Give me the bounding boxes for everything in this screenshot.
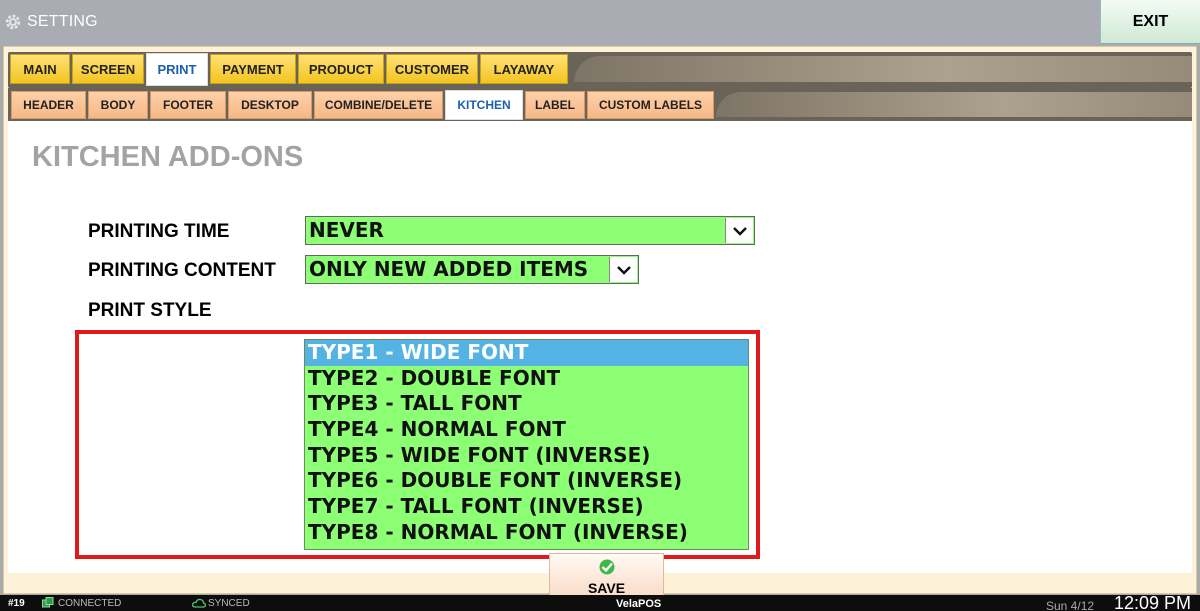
subtab-footer[interactable]: FOOTER: [150, 91, 226, 119]
tab-print[interactable]: PRINT: [146, 53, 208, 86]
tab-payment[interactable]: PAYMENT: [210, 54, 296, 84]
print-style-option[interactable]: TYPE2 - DOUBLE FONT: [305, 366, 748, 392]
printing-content-value: ONLY NEW ADDED ITEMS: [309, 257, 589, 281]
connection-status: CONNECTED: [58, 598, 122, 609]
save-button[interactable]: SAVE: [549, 553, 664, 601]
print-style-option[interactable]: TYPE6 - DOUBLE FONT (INVERSE): [305, 468, 748, 494]
title-bar: SETTING EXIT: [0, 0, 1200, 46]
sub-tab-bar: HEADER BODY FOOTER DESKTOP COMBINE/DELET…: [8, 88, 1192, 121]
subtab-label[interactable]: LABEL: [525, 91, 585, 119]
tab-product[interactable]: PRODUCT: [298, 54, 384, 84]
printing-content-label: PRINTING CONTENT: [88, 260, 276, 281]
brand-name: VelaPOS: [616, 598, 662, 610]
window-title: SETTING: [27, 13, 98, 30]
station-number: #19: [8, 598, 25, 609]
chevron-down-icon[interactable]: [725, 218, 753, 243]
print-style-option[interactable]: TYPE3 - TALL FONT: [305, 391, 748, 417]
printing-content-dropdown[interactable]: ONLY NEW ADDED ITEMS: [305, 255, 639, 284]
status-date: Sun 4/12: [1046, 599, 1095, 611]
sync-status: SYNCED: [208, 598, 250, 609]
section-title: KITCHEN ADD-ONS: [32, 141, 304, 173]
print-style-option[interactable]: TYPE8 - NORMAL FONT (INVERSE): [305, 520, 748, 546]
print-style-option[interactable]: TYPE1 - WIDE FONT: [305, 340, 748, 366]
connection-icon: [42, 597, 54, 608]
printing-time-value: NEVER: [309, 218, 384, 242]
kitchen-settings-content: KITCHEN ADD-ONS PRINTING TIME NEVER PRIN…: [8, 121, 1192, 601]
tab-screen[interactable]: SCREEN: [72, 54, 144, 84]
print-style-label: PRINT STYLE: [88, 300, 212, 321]
gear-icon: [5, 14, 21, 30]
status-time: 12:09 PM: [1114, 593, 1192, 611]
main-tab-bar: MAIN SCREEN PRINT PAYMENT PRODUCT CUSTOM…: [8, 52, 1192, 88]
chevron-down-icon[interactable]: [609, 257, 637, 282]
subtab-custom-labels[interactable]: CUSTOM LABELS: [587, 91, 714, 119]
checkmark-icon: [599, 559, 615, 575]
subtab-desktop[interactable]: DESKTOP: [228, 91, 312, 119]
printing-time-label: PRINTING TIME: [88, 221, 230, 242]
exit-button[interactable]: EXIT: [1100, 0, 1200, 44]
tab-layaway[interactable]: LAYAWAY: [480, 54, 568, 84]
print-style-option[interactable]: TYPE5 - WIDE FONT (INVERSE): [305, 443, 748, 469]
subtab-kitchen[interactable]: KITCHEN: [445, 90, 523, 120]
subtab-header[interactable]: HEADER: [11, 91, 86, 119]
subtab-combine-delete[interactable]: COMBINE/DELETE: [314, 91, 443, 119]
printing-time-dropdown[interactable]: NEVER: [305, 216, 755, 245]
tab-main[interactable]: MAIN: [10, 54, 70, 84]
tab-customer[interactable]: CUSTOMER: [386, 54, 478, 84]
settings-panel: MAIN SCREEN PRINT PAYMENT PRODUCT CUSTOM…: [3, 46, 1197, 601]
print-style-listbox[interactable]: TYPE1 - WIDE FONT TYPE2 - DOUBLE FONT TY…: [304, 339, 749, 550]
save-label: SAVE: [587, 580, 626, 596]
status-bar: #19 CONNECTED SYNCED VelaPOS Sun 4/12 12…: [0, 593, 1200, 611]
print-style-option[interactable]: TYPE4 - NORMAL FONT: [305, 417, 748, 443]
subtab-body[interactable]: BODY: [88, 91, 148, 119]
cloud-icon: [192, 598, 206, 608]
print-style-option[interactable]: TYPE7 - TALL FONT (INVERSE): [305, 494, 748, 520]
